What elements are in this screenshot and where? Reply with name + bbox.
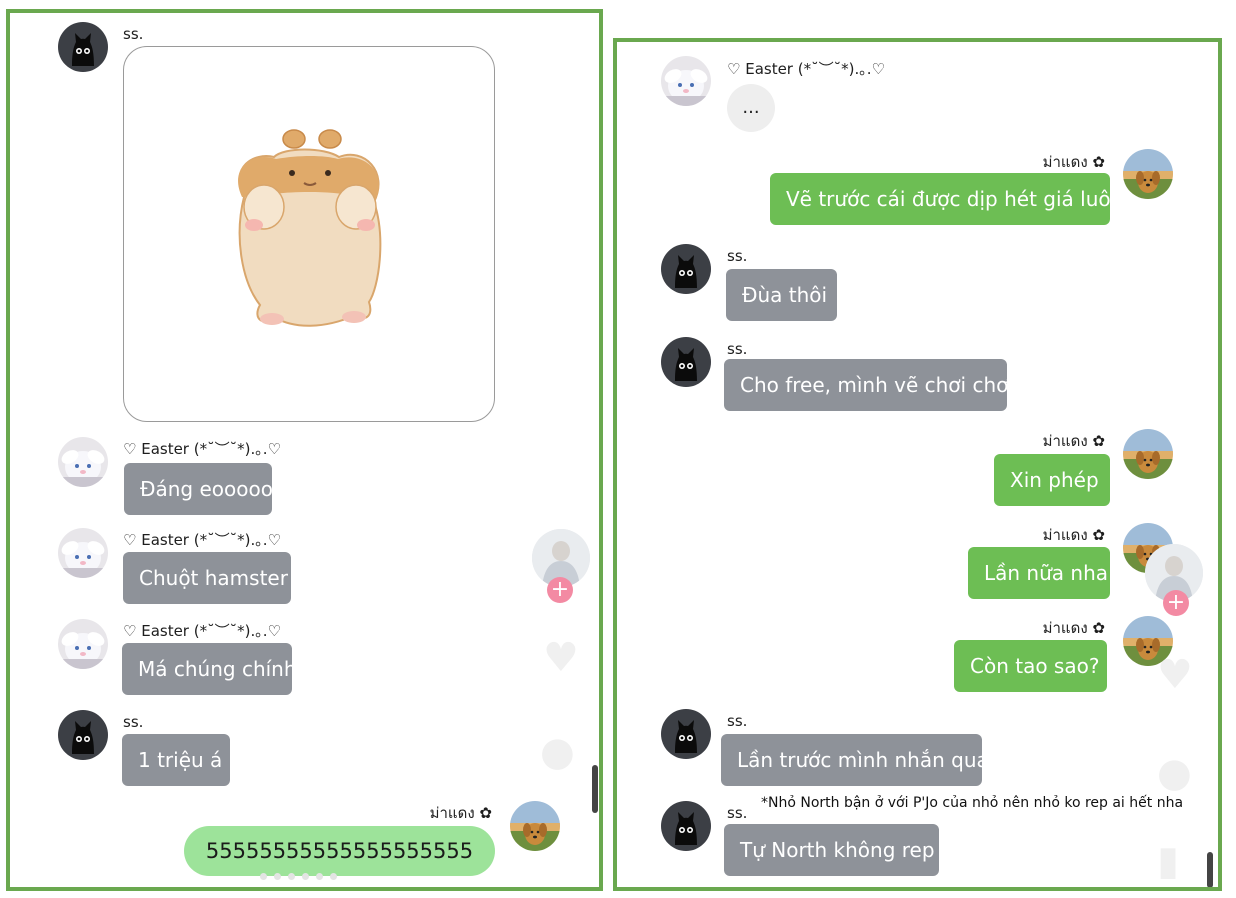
scrollbar[interactable] [1207,852,1213,887]
bookmark-icon[interactable]: ▮ [1157,838,1179,884]
pager-dots [260,873,337,880]
message-bubble[interactable]: Má chúng chính [122,643,297,695]
sender-name: ♡ Easter (*˘︶˘*).｡.♡ [727,60,885,78]
sender-name: ม่าแดง ✿ [1042,619,1105,637]
avatar-ss[interactable] [661,801,711,851]
heart-icon[interactable]: ♥ [1157,652,1193,698]
sender-name: ♡ Easter (*˘︶˘*).｡.♡ [123,440,281,458]
message-bubble[interactable]: Xin phép [994,454,1110,506]
comment-icon[interactable]: ● [540,729,575,775]
hamster-sticker[interactable] [123,46,495,422]
chat-panel-right: ♡ Easter (*˘︶˘*).｡.♡ ... ม่าแดง ✿ Vẽ trư… [613,38,1222,891]
sender-name: ss. [727,804,748,822]
floating-profile-button[interactable]: + [1145,544,1203,616]
avatar-ss[interactable] [661,709,711,759]
message-bubble[interactable]: Tự North không rep [724,824,939,876]
avatar-ss[interactable] [58,22,108,72]
floating-profile-button[interactable]: + [532,529,590,603]
message-bubble[interactable]: Còn tao sao? [954,640,1107,692]
avatar-self[interactable] [1123,429,1173,479]
avatar-ss[interactable] [661,337,711,387]
message-bubble[interactable]: Lần trước mình nhắn qua [721,734,989,786]
avatar-easter[interactable] [58,619,108,669]
avatar-self[interactable] [1123,149,1173,199]
message-bubble[interactable]: Lần nữa nha [968,547,1110,599]
sender-name: ♡ Easter (*˘︶˘*).｡.♡ [123,531,281,549]
sender-name: ss. [123,713,144,731]
chat-panel-left: ss. ♡ Easter (*˘︶˘*).｡.♡ Đáng eooooo ♡ E… [6,9,603,891]
message-bubble[interactable]: ... [727,84,775,132]
sender-name: ss. [123,25,144,43]
sender-name: ม่าแดง ✿ [1042,526,1105,544]
avatar-easter[interactable] [58,437,108,487]
message-bubble[interactable]: Đáng eooooo [124,463,273,515]
message-bubble[interactable]: Cho free, mình vẽ chơi chơi [724,359,1014,411]
annotation-note: *Nhỏ North bận ở với P'Jo của nhỏ nên nh… [761,795,1184,811]
sender-name: ss. [727,712,748,730]
plus-icon[interactable]: + [1163,590,1189,616]
plus-icon[interactable]: + [547,577,573,603]
avatar-ss[interactable] [58,710,108,760]
avatar-easter[interactable] [661,56,711,106]
sender-name: ม่าแดง ✿ [1042,153,1105,171]
comment-icon[interactable]: ● [1157,750,1192,796]
sender-name: ss. [727,340,748,358]
sender-name: ss. [727,247,748,265]
message-bubble[interactable]: Chuột hamster [123,552,291,604]
hamster-icon [238,129,382,327]
sender-name: ม่าแดง ✿ [1042,432,1105,450]
message-bubble[interactable]: 55555555555555555555 [184,826,495,876]
sender-name: ♡ Easter (*˘︶˘*).｡.♡ [123,622,281,640]
avatar-self[interactable] [510,801,560,851]
heart-icon[interactable]: ♥ [543,635,579,681]
message-bubble[interactable]: Đùa thôi [726,269,837,321]
sender-name: ม่าแดง ✿ [429,804,492,822]
message-bubble[interactable]: Vẽ trước cái được dịp hét giá luôn [770,173,1123,225]
avatar-ss[interactable] [661,244,711,294]
scrollbar[interactable] [592,765,598,813]
avatar-easter[interactable] [58,528,108,578]
message-bubble[interactable]: 1 triệu á [122,734,230,786]
